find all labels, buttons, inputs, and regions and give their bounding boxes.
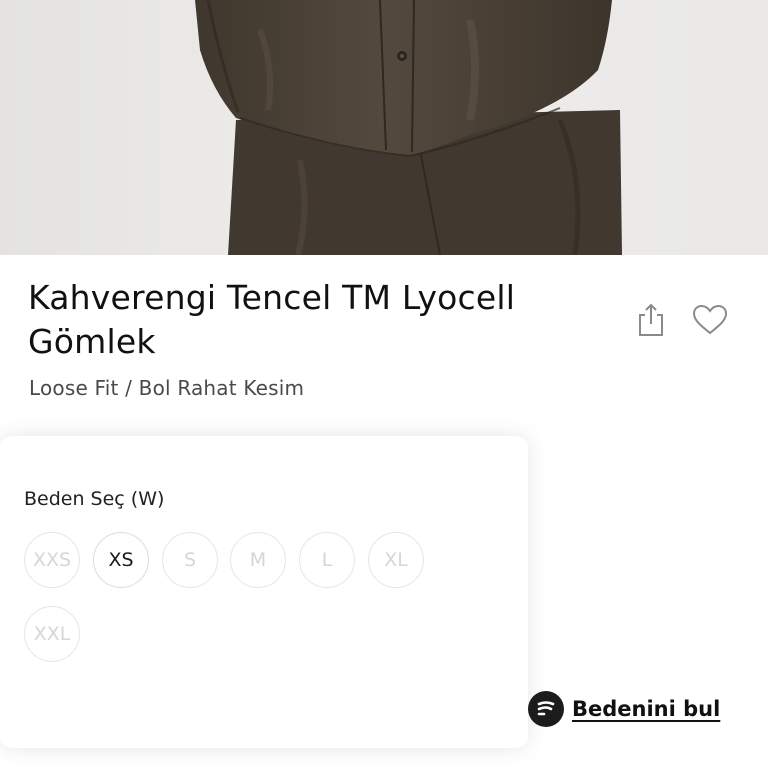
size-option-xs[interactable]: XS <box>93 532 149 588</box>
find-size-link[interactable]: Bedenini bul <box>528 688 720 730</box>
size-finder-icon <box>528 691 564 727</box>
product-image[interactable] <box>0 0 768 255</box>
size-selector-label: Beden Seç (W) <box>24 488 165 510</box>
size-option-xxs[interactable]: XXS <box>24 532 80 588</box>
share-icon <box>639 303 663 336</box>
size-option-xxl[interactable]: XXL <box>24 606 80 662</box>
size-option-s[interactable]: S <box>162 532 218 588</box>
favorite-button[interactable] <box>690 300 730 340</box>
product-fit: Loose Fit / Bol Rahat Kesim <box>29 376 305 400</box>
size-option-l[interactable]: L <box>299 532 355 588</box>
size-option-m[interactable]: M <box>230 532 286 588</box>
find-size-label: Bedenini bul <box>572 697 721 721</box>
heart-icon <box>692 304 728 335</box>
share-button[interactable] <box>634 300 668 340</box>
product-title: Kahverengi Tencel TM Lyocell Gömlek <box>28 278 516 361</box>
size-selector-card <box>0 436 528 748</box>
size-option-xl[interactable]: XL <box>368 532 424 588</box>
